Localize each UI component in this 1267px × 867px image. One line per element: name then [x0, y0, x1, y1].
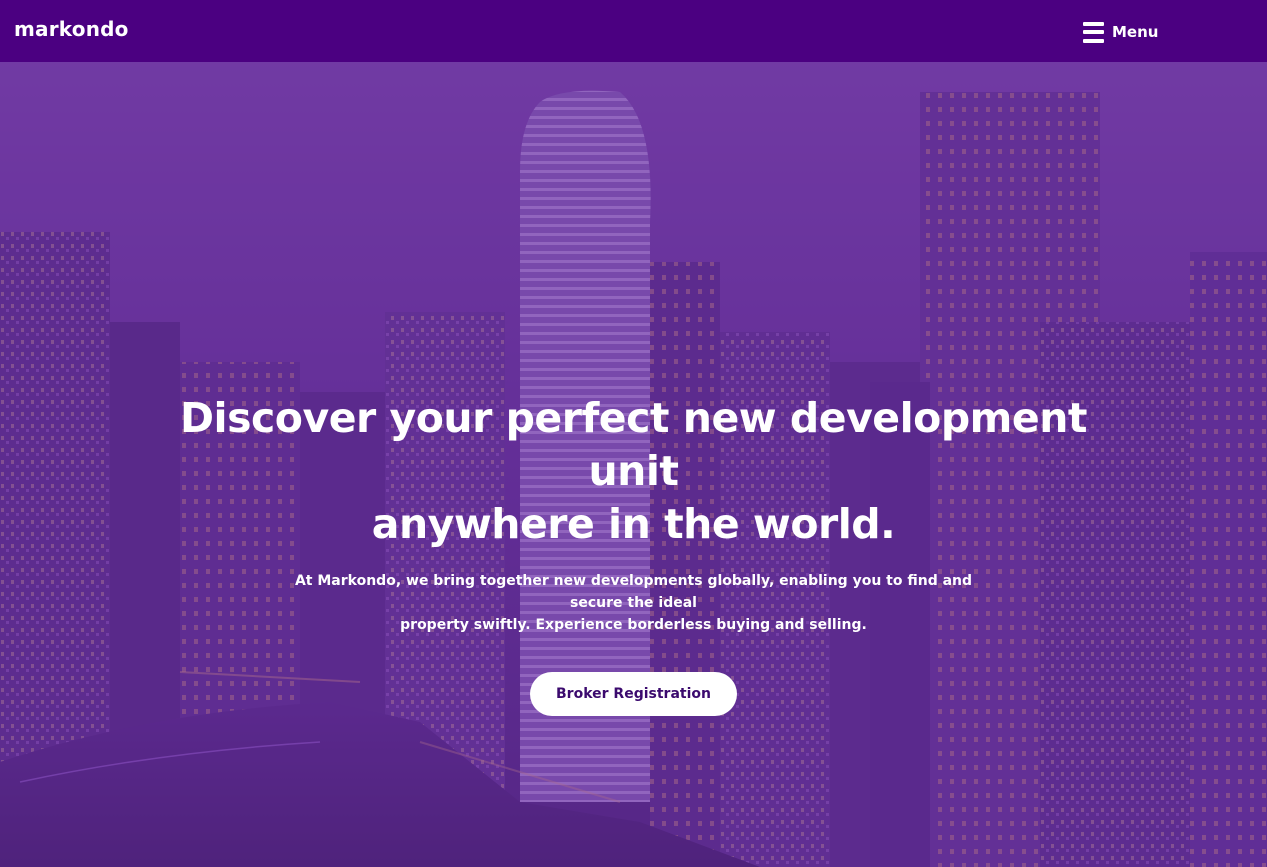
site-header: markondo Menu	[0, 0, 1267, 62]
markondo-logo[interactable]: markondo	[14, 17, 129, 41]
hero-subtext: At Markondo, we bring together new devel…	[274, 570, 994, 636]
subtext-line-2: property swiftly. Experience borderless …	[400, 617, 867, 633]
hero-headline: Discover your perfect new development un…	[134, 392, 1134, 551]
menu-button[interactable]: Menu	[1083, 21, 1158, 43]
hamburger-icon	[1083, 21, 1104, 43]
headline-line-2: anywhere in the world.	[371, 500, 896, 548]
broker-registration-button[interactable]: Broker Registration	[530, 672, 737, 716]
menu-label: Menu	[1112, 23, 1159, 41]
subtext-line-1: At Markondo, we bring together new devel…	[294, 573, 973, 611]
headline-line-1: Discover your perfect new development un…	[180, 394, 1087, 495]
hero-content: Discover your perfect new development un…	[0, 392, 1267, 716]
hero-section: Discover your perfect new development un…	[0, 62, 1267, 867]
